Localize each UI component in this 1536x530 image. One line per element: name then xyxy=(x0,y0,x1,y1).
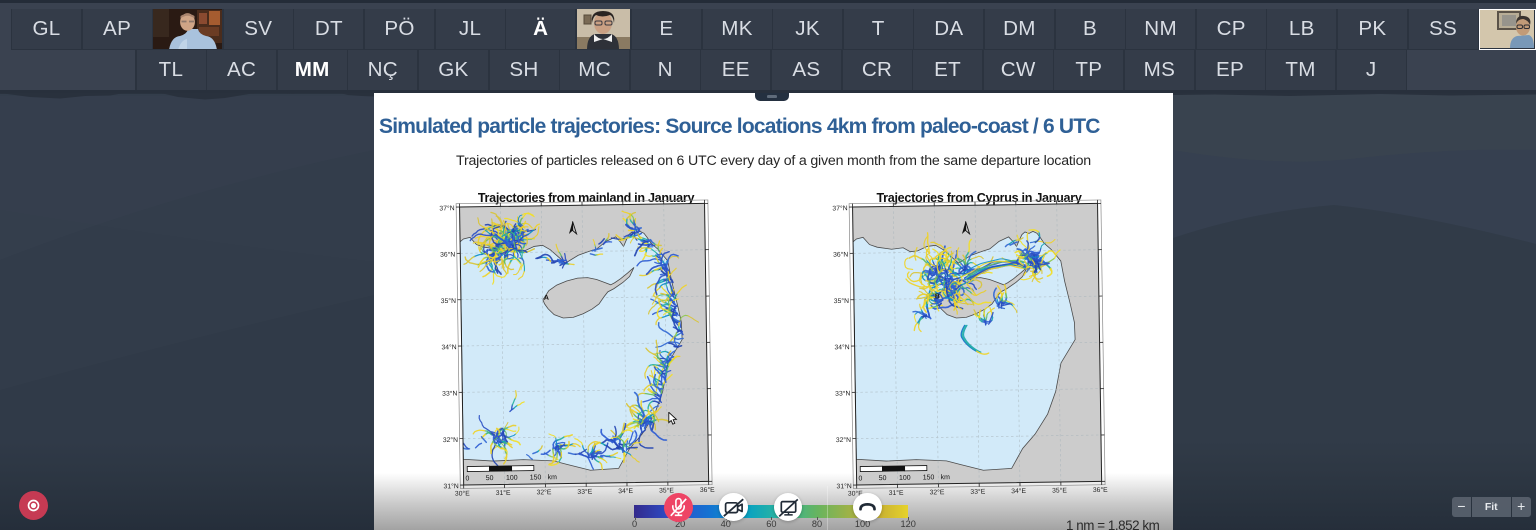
svg-text:35°E: 35°E xyxy=(1052,486,1067,494)
svg-text:34°E: 34°E xyxy=(618,487,633,495)
svg-text:33°N: 33°N xyxy=(835,389,850,397)
svg-text:0: 0 xyxy=(465,475,469,482)
svg-text:32°N: 32°N xyxy=(443,436,458,444)
svg-text:A: A xyxy=(544,295,549,302)
svg-text:36°N: 36°N xyxy=(833,251,848,259)
svg-text:30°E: 30°E xyxy=(455,489,470,497)
svg-text:0: 0 xyxy=(858,475,862,482)
svg-text:km: km xyxy=(548,474,558,481)
svg-text:31°E: 31°E xyxy=(889,489,904,497)
svg-text:km: km xyxy=(941,474,951,481)
svg-text:35°N: 35°N xyxy=(834,297,849,305)
svg-text:32°N: 32°N xyxy=(836,436,851,444)
svg-text:31°E: 31°E xyxy=(496,489,511,497)
svg-text:33°E: 33°E xyxy=(577,488,592,496)
svg-text:50: 50 xyxy=(879,475,887,482)
svg-text:35°N: 35°N xyxy=(441,297,456,305)
svg-text:36°E: 36°E xyxy=(700,486,715,494)
svg-text:33°N: 33°N xyxy=(442,389,457,397)
svg-text:150: 150 xyxy=(530,474,542,481)
svg-text:31°N: 31°N xyxy=(836,482,851,490)
svg-text:50: 50 xyxy=(486,475,494,482)
svg-text:34°N: 34°N xyxy=(834,343,849,351)
svg-text:100: 100 xyxy=(506,475,518,482)
svg-text:32°E: 32°E xyxy=(537,488,552,496)
svg-text:34°E: 34°E xyxy=(1011,487,1026,495)
svg-text:37°N: 37°N xyxy=(832,204,847,212)
svg-text:36°N: 36°N xyxy=(440,251,455,259)
svg-text:37°N: 37°N xyxy=(439,204,454,212)
svg-text:100: 100 xyxy=(899,475,911,482)
svg-text:34°N: 34°N xyxy=(441,343,456,351)
svg-text:33°E: 33°E xyxy=(970,488,985,496)
svg-text:31°N: 31°N xyxy=(443,482,458,490)
svg-text:32°E: 32°E xyxy=(930,488,945,496)
svg-text:36°E: 36°E xyxy=(1093,486,1108,494)
svg-text:150: 150 xyxy=(923,474,935,481)
svg-text:B: B xyxy=(935,293,940,300)
